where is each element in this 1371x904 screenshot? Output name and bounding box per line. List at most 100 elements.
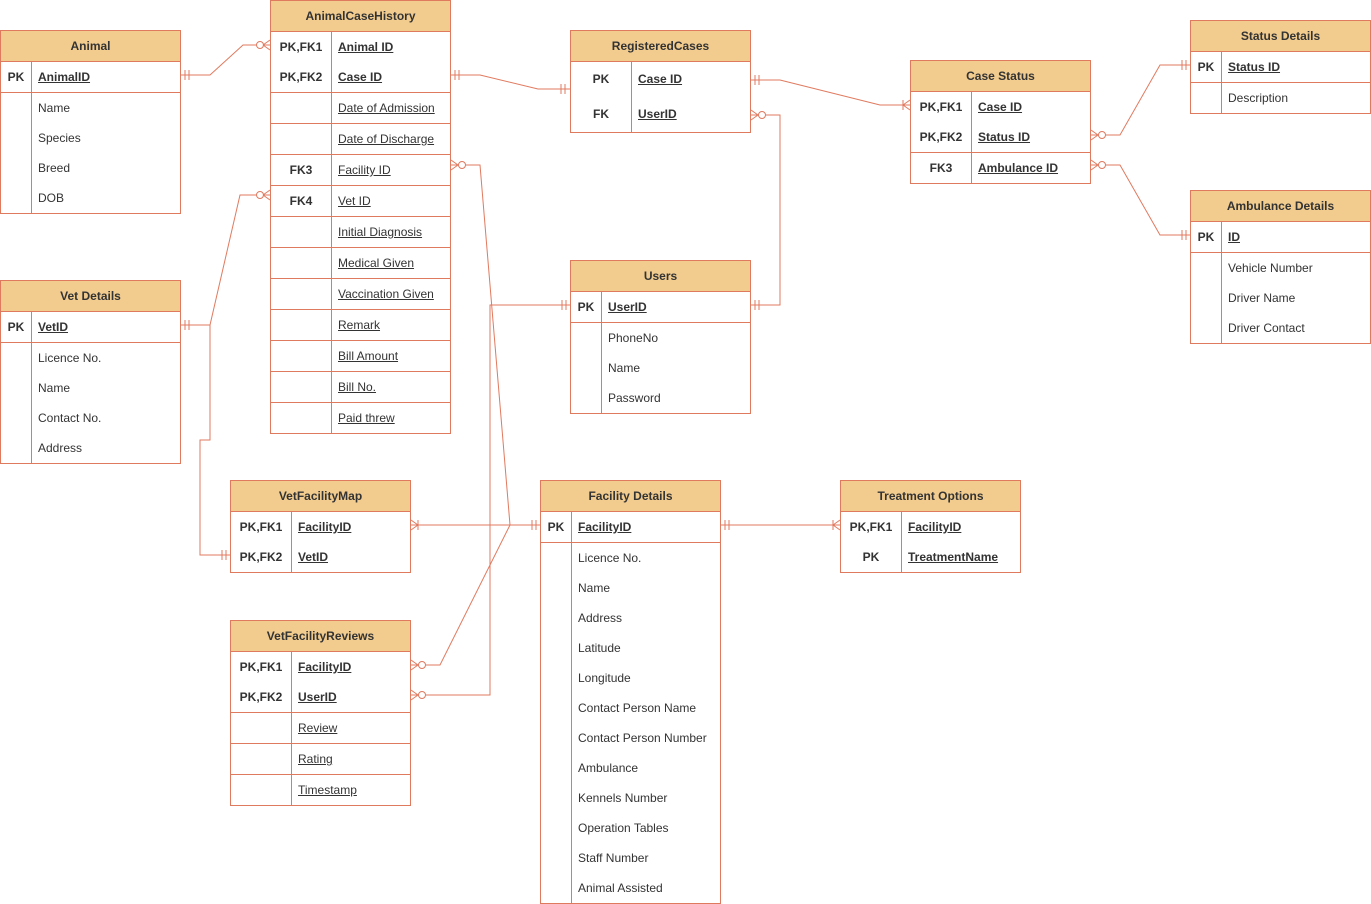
attribute-row[interactable]: Animal Assisted bbox=[541, 873, 720, 903]
column-divider bbox=[291, 652, 292, 712]
rel-users-registered[interactable] bbox=[750, 109, 781, 310]
attribute-row[interactable]: Operation Tables bbox=[541, 813, 720, 843]
attribute-row[interactable]: Paid threw bbox=[271, 403, 450, 433]
column-divider bbox=[901, 512, 902, 572]
attribute-row[interactable]: Rating bbox=[231, 744, 410, 774]
rel-facility-vet-map[interactable] bbox=[410, 519, 540, 531]
rel-registered-case-status[interactable] bbox=[751, 75, 911, 111]
entity-title: VetFacilityReviews bbox=[231, 621, 410, 652]
attribute-row[interactable]: PK,FK1 FacilityID bbox=[231, 512, 410, 542]
entity-animal[interactable]: Animal PK AnimalID Name Species Breed DOB bbox=[0, 30, 181, 214]
attribute-row[interactable]: Vaccination Given bbox=[271, 279, 450, 309]
attribute-row[interactable]: Species bbox=[1, 123, 180, 153]
attribute-row[interactable]: PK Status ID bbox=[1191, 52, 1370, 82]
attribute-row[interactable]: Review bbox=[231, 713, 410, 743]
attribute-row[interactable]: Ambulance bbox=[541, 753, 720, 783]
attribute-row[interactable]: Breed bbox=[1, 153, 180, 183]
entity-animal-case-history[interactable]: AnimalCaseHistory PK,FK1 Animal ID PK,FK2 Ca… bbox=[270, 0, 451, 434]
attribute-row[interactable]: Bill No. bbox=[271, 372, 450, 402]
entity-vet-facility-map[interactable]: VetFacilityMap PK,FK1 FacilityID PK,FK2 VetI… bbox=[230, 480, 411, 573]
rel-facility-treatment[interactable] bbox=[721, 519, 841, 531]
attribute-row[interactable]: Password bbox=[571, 383, 750, 413]
rel-vet-facility-map[interactable] bbox=[199, 325, 230, 560]
key-label bbox=[231, 744, 291, 774]
attribute-row[interactable]: Contact Person Name bbox=[541, 693, 720, 723]
attribute-group: FK3 Facility ID bbox=[271, 154, 450, 185]
attribute-row[interactable]: Vehicle Number bbox=[1191, 253, 1370, 283]
entity-title: AnimalCaseHistory bbox=[271, 1, 450, 32]
attribute-row[interactable]: PK FacilityID bbox=[541, 512, 720, 542]
attribute-row[interactable]: FK3 Facility ID bbox=[271, 155, 450, 185]
attribute-row[interactable]: PK AnimalID bbox=[1, 62, 180, 92]
attribute-row[interactable]: Initial Diagnosis bbox=[271, 217, 450, 247]
attribute-row[interactable]: PK,FK1 FacilityID bbox=[841, 512, 1020, 542]
entity-vet-details[interactable]: Vet Details PK VetID Licence No. Name Contact… bbox=[0, 280, 181, 464]
entity-users[interactable]: Users PK UserID PhoneNo Name Password bbox=[570, 260, 751, 414]
attribute-row[interactable]: Licence No. bbox=[1, 343, 180, 373]
attribute-row[interactable]: Remark bbox=[271, 310, 450, 340]
attribute-row[interactable]: Timestamp bbox=[231, 775, 410, 805]
attribute-row[interactable]: Longitude bbox=[541, 663, 720, 693]
entity-treatment-options[interactable]: Treatment Options PK,FK1 FacilityID PK Treat… bbox=[840, 480, 1021, 573]
attribute-row[interactable]: Bill Amount bbox=[271, 341, 450, 371]
attribute-row[interactable]: Address bbox=[541, 603, 720, 633]
attribute-row[interactable]: PK,FK2 Case ID bbox=[271, 62, 450, 92]
attribute-row[interactable]: Staff Number bbox=[541, 843, 720, 873]
attribute-row[interactable]: PK,FK1 Case ID bbox=[911, 92, 1090, 122]
rel-ambulance-case-status[interactable] bbox=[1090, 159, 1190, 240]
attribute-row[interactable]: FK4 Vet ID bbox=[271, 186, 450, 216]
attribute-row[interactable]: PK,FK2 VetID bbox=[231, 542, 410, 572]
rel-animal-case-history[interactable] bbox=[181, 39, 271, 80]
attribute-row[interactable]: PK TreatmentName bbox=[841, 542, 1020, 572]
entity-status-details[interactable]: Status Details PK Status ID Description bbox=[1190, 20, 1371, 114]
attribute-row[interactable]: Name bbox=[541, 573, 720, 603]
one-mandatory-icon bbox=[454, 70, 566, 94]
rel-facility-case-history[interactable] bbox=[450, 159, 540, 526]
attribute-row[interactable]: FK3 Ambulance ID bbox=[911, 153, 1090, 183]
attribute-row[interactable]: Medical Given bbox=[271, 248, 450, 278]
attribute-row[interactable]: Name bbox=[1, 373, 180, 403]
attribute-row[interactable]: Contact No. bbox=[1, 403, 180, 433]
attribute-row[interactable]: PK UserID bbox=[571, 292, 750, 322]
attribute-row[interactable]: Latitude bbox=[541, 633, 720, 663]
attribute-name: Description bbox=[1228, 91, 1289, 105]
attribute-row[interactable]: Date of Discharge bbox=[271, 124, 450, 154]
rel-facility-reviews[interactable] bbox=[410, 524, 511, 671]
attribute-row[interactable]: Description bbox=[1191, 83, 1370, 113]
attribute-row[interactable]: Contact Person Number bbox=[541, 723, 720, 753]
attribute-group: PK,FK1 FacilityID PK TreatmentName bbox=[841, 512, 1020, 572]
attribute-row[interactable]: PK,FK2 UserID bbox=[231, 682, 410, 712]
entity-case-status[interactable]: Case Status PK,FK1 Case ID PK,FK2 Status ID F… bbox=[910, 60, 1091, 184]
attribute-row[interactable]: PK,FK1 Animal ID bbox=[271, 32, 450, 62]
entity-vet-facility-reviews[interactable]: VetFacilityReviews PK,FK1 FacilityID PK,FK2… bbox=[230, 620, 411, 806]
entity-facility-details[interactable]: Facility Details PK FacilityID Licence No. N… bbox=[540, 480, 721, 904]
rel-status-case-status[interactable] bbox=[1090, 60, 1190, 141]
zero-many-icon bbox=[450, 159, 466, 171]
one-mandatory-icon bbox=[1181, 60, 1187, 70]
attribute-row[interactable]: PK VetID bbox=[1, 312, 180, 342]
key-label bbox=[1, 343, 31, 373]
one-many-icon bbox=[902, 99, 911, 111]
entity-registered-cases[interactable]: RegisteredCases PK Case ID FK UserID bbox=[570, 30, 751, 133]
attribute-row[interactable]: Licence No. bbox=[541, 543, 720, 573]
attribute-row[interactable]: FK UserID bbox=[571, 97, 750, 132]
attribute-row[interactable]: Driver Name bbox=[1191, 283, 1370, 313]
attribute-row[interactable]: Date of Admission bbox=[271, 93, 450, 123]
attribute-group: PK VetID bbox=[1, 312, 180, 342]
attribute-row[interactable]: Kennels Number bbox=[541, 783, 720, 813]
attribute-row[interactable]: DOB bbox=[1, 183, 180, 213]
entity-ambulance-details[interactable]: Ambulance Details PK ID Vehicle Number Drive… bbox=[1190, 190, 1371, 344]
attribute-row[interactable]: PK ID bbox=[1191, 222, 1370, 252]
rel-case-history-registered[interactable] bbox=[451, 70, 570, 94]
rel-vet-case-history[interactable] bbox=[181, 189, 271, 330]
attribute-row[interactable]: Driver Contact bbox=[1191, 313, 1370, 343]
attribute-row[interactable]: PK,FK1 FacilityID bbox=[231, 652, 410, 682]
key-label bbox=[1, 93, 31, 123]
attribute-row[interactable]: Name bbox=[1, 93, 180, 123]
attribute-row[interactable]: Address bbox=[1, 433, 180, 463]
attribute-row[interactable]: Name bbox=[571, 353, 750, 383]
attribute-row[interactable]: PhoneNo bbox=[571, 323, 750, 353]
attribute-row[interactable]: PK Case ID bbox=[571, 62, 750, 97]
attribute-row[interactable]: PK,FK2 Status ID bbox=[911, 122, 1090, 152]
key-label bbox=[1191, 83, 1221, 113]
